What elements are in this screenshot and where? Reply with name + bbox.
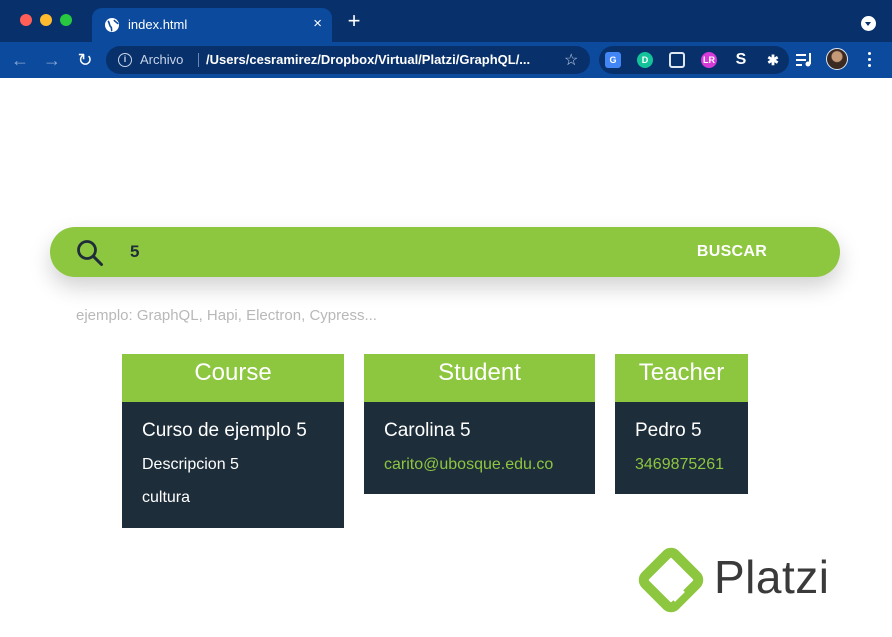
screenshot-extension-icon[interactable] xyxy=(669,52,685,68)
course-card-body: Curso de ejemplo 5 Descripcion 5 cultura xyxy=(122,402,344,528)
extensions-puzzle-icon[interactable]: ✱ xyxy=(765,52,781,68)
platzi-logo-icon xyxy=(638,547,704,613)
back-button[interactable]: ← xyxy=(8,48,32,72)
student-card: Student Carolina 5 carito@ubosque.edu.co xyxy=(364,354,595,494)
student-email: carito@ubosque.edu.co xyxy=(384,456,554,473)
forward-button[interactable]: → xyxy=(40,48,64,72)
extensions-bar: G D LR S ✱ xyxy=(599,46,789,74)
teacher-card-body: Pedro 5 3469875261 xyxy=(615,402,748,494)
student-name: Carolina 5 xyxy=(384,420,471,441)
search-icon xyxy=(77,240,103,266)
bookmark-star-icon[interactable]: ☆ xyxy=(564,50,578,70)
address-separator xyxy=(198,53,199,67)
student-card-body: Carolina 5 carito@ubosque.edu.co xyxy=(364,402,595,494)
teacher-phone: 3469875261 xyxy=(635,456,724,473)
media-control-icon[interactable] xyxy=(796,52,814,68)
page-content: 5 BUSCAR ejemplo: GraphQL, Hapi, Electro… xyxy=(0,78,892,637)
browser-menu-icon[interactable] xyxy=(862,50,876,70)
student-card-header: Student xyxy=(364,354,595,402)
course-card-header: Course xyxy=(122,354,344,402)
grammarly-extension-icon[interactable]: D xyxy=(637,52,653,68)
search-button[interactable]: BUSCAR xyxy=(670,227,794,277)
close-window-button[interactable] xyxy=(20,14,32,26)
profile-avatar[interactable] xyxy=(826,48,848,70)
tab-title: index.html xyxy=(128,17,188,32)
lr-extension-icon[interactable]: LR xyxy=(701,52,717,68)
teacher-name: Pedro 5 xyxy=(635,420,702,441)
search-bar[interactable]: 5 BUSCAR xyxy=(50,227,840,277)
url-text[interactable]: /Users/cesramirez/Dropbox/Virtual/Platzi… xyxy=(206,52,556,67)
s-extension-icon[interactable]: S xyxy=(733,52,749,68)
course-title: Curso de ejemplo 5 xyxy=(142,420,307,441)
platzi-logo-text: Platzi xyxy=(714,551,830,603)
translate-extension-icon[interactable]: G xyxy=(605,52,621,68)
info-icon[interactable]: i xyxy=(118,53,132,67)
search-input[interactable]: 5 xyxy=(130,242,139,262)
minimize-window-button[interactable] xyxy=(40,14,52,26)
origin-chip[interactable]: Archivo xyxy=(140,52,183,67)
course-description: Descripcion 5 xyxy=(142,456,239,473)
course-card: Course Curso de ejemplo 5 Descripcion 5 … xyxy=(122,354,344,528)
browser-titlebar: index.html × + xyxy=(0,0,892,42)
globe-icon xyxy=(105,18,119,32)
tab-search-icon[interactable] xyxy=(861,16,876,31)
new-tab-button[interactable]: + xyxy=(344,10,364,32)
address-bar[interactable]: i Archivo /Users/cesramirez/Dropbox/Virt… xyxy=(106,46,590,74)
platzi-logo: Platzi xyxy=(638,545,860,615)
active-tab[interactable]: index.html × xyxy=(92,8,332,42)
tab-close-icon[interactable]: × xyxy=(313,16,322,32)
search-hint: ejemplo: GraphQL, Hapi, Electron, Cypres… xyxy=(76,307,377,324)
teacher-card-header: Teacher xyxy=(615,354,748,402)
teacher-card: Teacher Pedro 5 3469875261 xyxy=(615,354,748,494)
course-topic: cultura xyxy=(142,489,191,506)
reload-button[interactable]: ↻ xyxy=(73,48,97,72)
browser-toolbar: ← → ↻ i Archivo /Users/cesramirez/Dropbo… xyxy=(0,42,892,78)
maximize-window-button[interactable] xyxy=(60,14,72,26)
